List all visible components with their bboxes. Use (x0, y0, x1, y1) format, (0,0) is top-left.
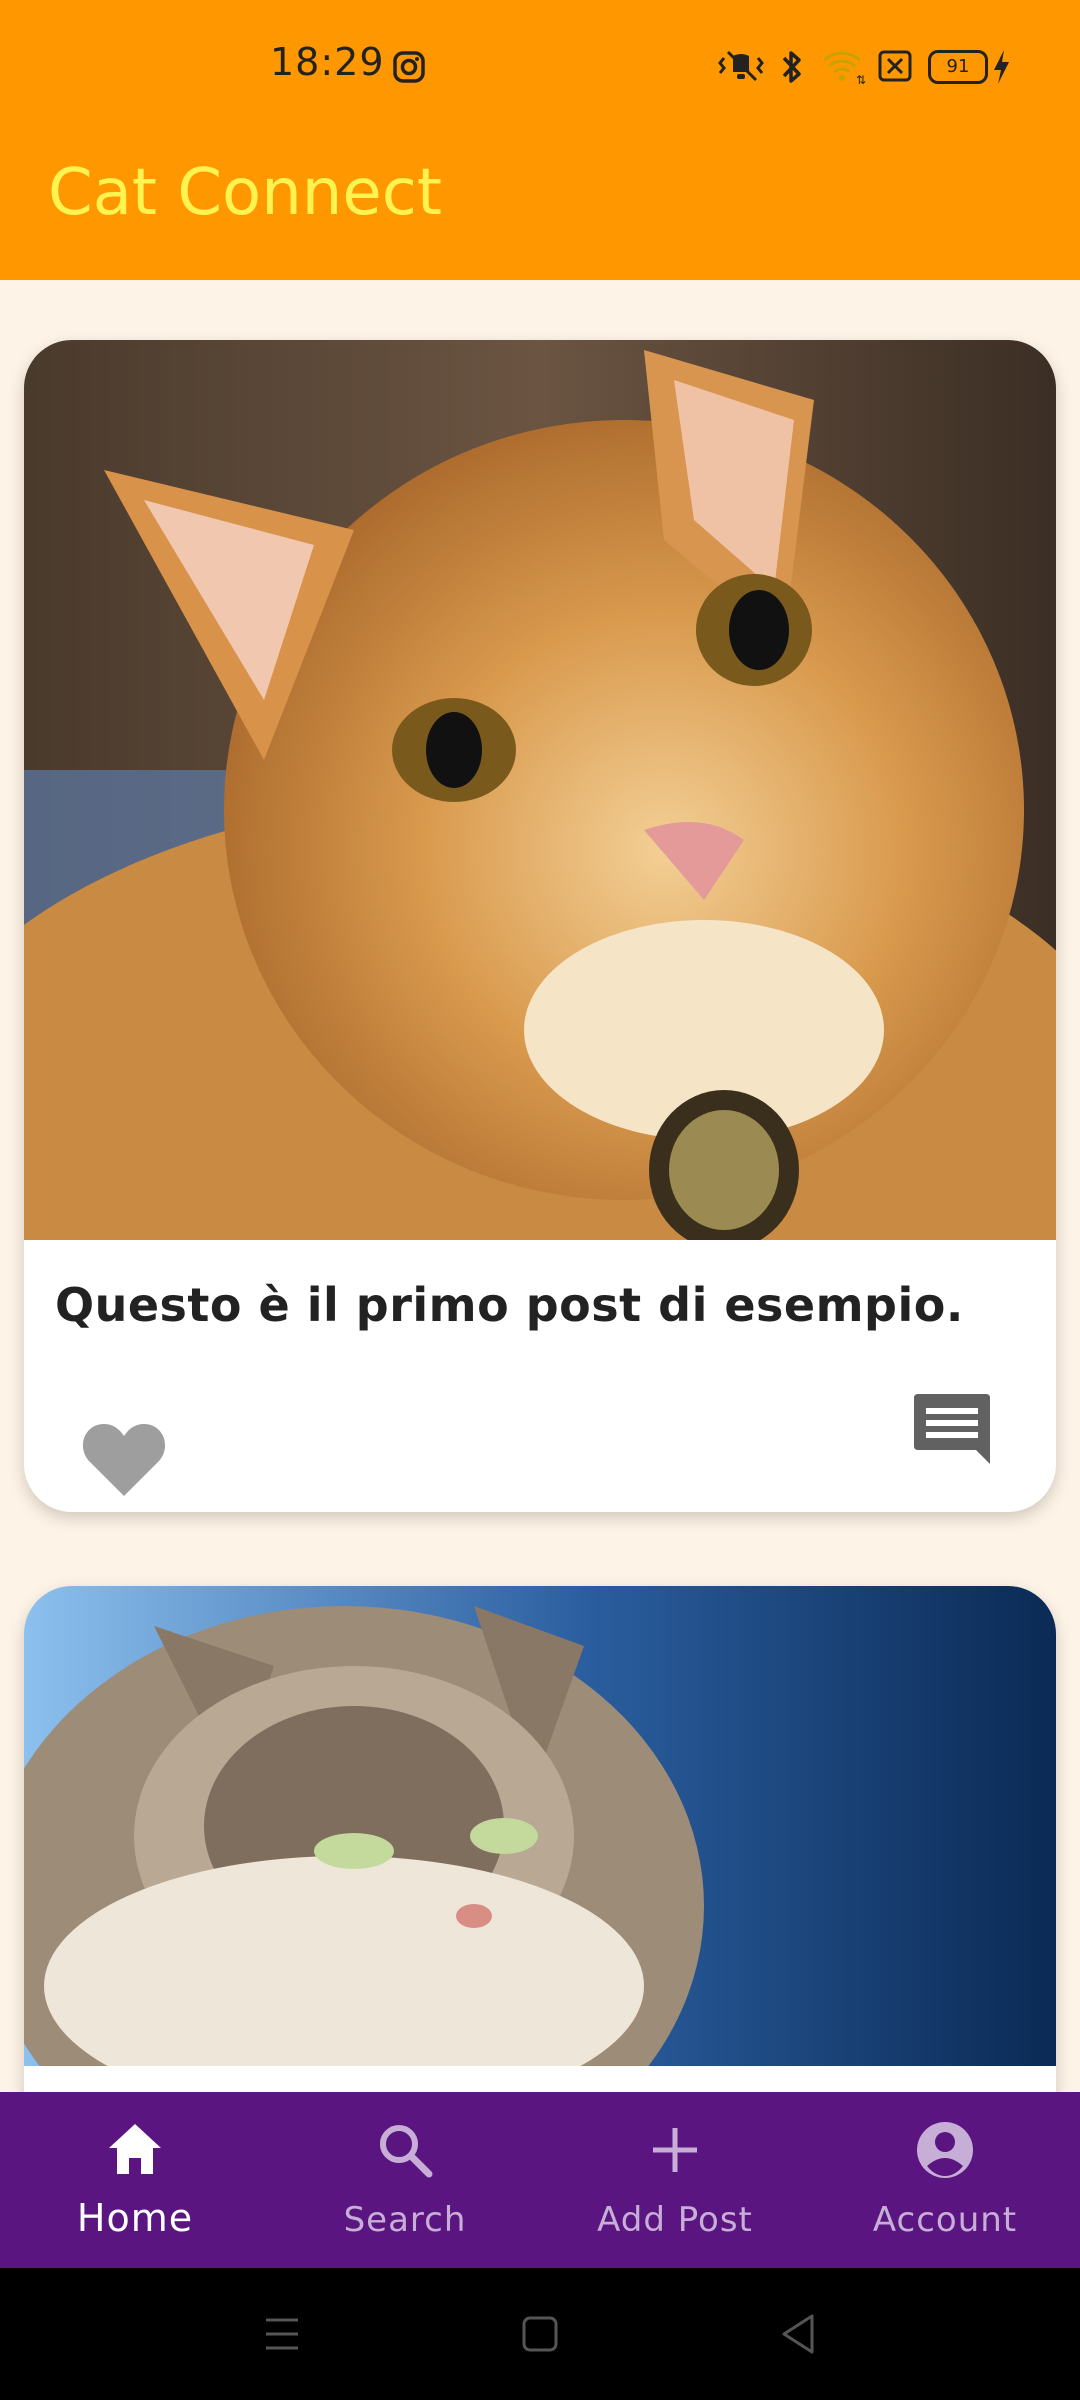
add-icon (653, 2128, 697, 2172)
fluffy-maine-coon-cat-photo (24, 1586, 1056, 2066)
nav-item-home[interactable]: Home (0, 2092, 270, 2268)
post-card[interactable]: Questo è il primo post di esempio. (24, 340, 1056, 1512)
bottom-navigation: Home Search Add Post Account (0, 2092, 1080, 2268)
wifi-icon: ⇅ (823, 51, 866, 86)
post-feed[interactable]: Questo è il primo post di esempio. (0, 280, 1080, 2092)
nav-label-home: Home (76, 2196, 194, 2240)
app-bar: Cat Connect (0, 132, 1080, 280)
battery-level: 91 (946, 56, 970, 77)
post-caption: Questo è il primo post di esempio. (55, 1278, 964, 1332)
post-card[interactable] (24, 1586, 1056, 2092)
heart-icon[interactable] (80, 1420, 168, 1500)
instagram-icon (393, 51, 425, 83)
account-icon (917, 2122, 973, 2178)
app-title: Cat Connect (48, 156, 442, 230)
status-bar: 18:29 ⇅ 91 (0, 0, 1080, 132)
nav-item-add-post[interactable]: Add Post (540, 2092, 810, 2268)
charging-icon (994, 50, 1009, 84)
menu-icon[interactable] (262, 2310, 302, 2358)
orange-tabby-cat-photo (24, 340, 1056, 1240)
search-icon (380, 2125, 433, 2178)
battery-icon: 91 (928, 50, 988, 84)
nav-item-search[interactable]: Search (270, 2092, 540, 2268)
back-icon[interactable] (778, 2310, 818, 2358)
home-icon (109, 2124, 161, 2174)
nav-label-account: Account (872, 2200, 1018, 2240)
nav-label-search: Search (343, 2200, 467, 2240)
comment-icon[interactable] (912, 1392, 992, 1468)
system-navigation-bar (0, 2268, 1080, 2400)
nav-label-add-post: Add Post (597, 2200, 753, 2240)
sim-off-icon (878, 50, 912, 82)
vibrate-icon (718, 50, 764, 82)
status-time: 18:29 (270, 40, 385, 84)
nav-item-account[interactable]: Account (810, 2092, 1080, 2268)
home-square-icon[interactable] (520, 2310, 560, 2358)
bluetooth-icon (782, 51, 801, 83)
svg-text:⇅: ⇅ (856, 73, 866, 86)
